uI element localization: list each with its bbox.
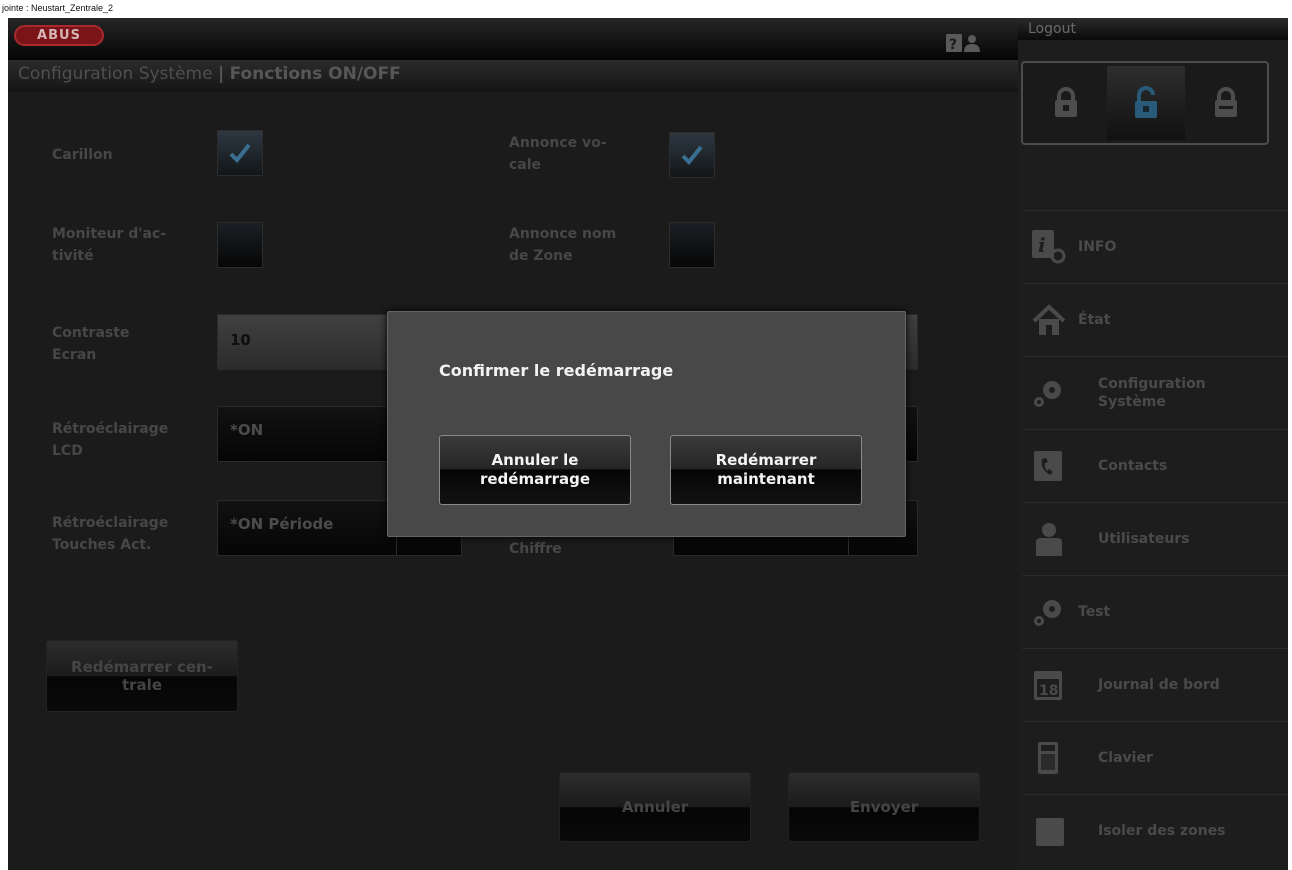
nav-label-isoler: Isoler des zones xyxy=(1098,823,1226,839)
cancel-restart-button[interactable]: Annuler le redémarrage xyxy=(439,435,631,505)
arm-mode-selector xyxy=(1021,61,1269,145)
annonce-vocale-label: Annonce vo- cale xyxy=(509,135,607,173)
nav-label-etat: État xyxy=(1078,312,1111,328)
nav-item-configuration[interactable]: Configuration Système xyxy=(1022,356,1288,428)
nav-label-journal: Journal de bord xyxy=(1098,677,1220,693)
logout-button[interactable]: Logout xyxy=(1028,18,1076,40)
retro-touches-label: Rétroéclairage Touches Act. xyxy=(52,515,169,553)
nav-item-test[interactable]: Test xyxy=(1022,575,1288,647)
moniteur-checkbox[interactable] xyxy=(217,222,263,268)
user-icon xyxy=(1036,523,1062,556)
svg-text:?: ? xyxy=(949,37,957,53)
nav-label-test: Test xyxy=(1078,604,1111,620)
page-title-bar: Configuration Système | Fonctions ON/OFF xyxy=(8,60,1018,92)
svg-text:18: 18 xyxy=(1039,683,1058,699)
restart-centrale-button[interactable]: Redémarrer cen- trale xyxy=(46,640,238,712)
logout-bar: Logout xyxy=(1018,18,1288,40)
nav-item-isoler[interactable]: Isoler des zones xyxy=(1022,794,1288,866)
annonce-zone-label: Annonce nom de Zone xyxy=(509,226,617,264)
nav-label-clavier: Clavier xyxy=(1098,750,1153,766)
checkmark-icon xyxy=(681,145,703,165)
help-question-icon[interactable]: ? xyxy=(946,32,982,54)
nav-item-utilisateurs[interactable]: Utilisateurs xyxy=(1022,502,1288,574)
title-section: Configuration Système xyxy=(18,64,213,84)
contraste-label: Contraste Ecran xyxy=(52,325,130,363)
nav-item-journal[interactable]: 18 Journal de bord xyxy=(1022,648,1288,720)
top-bar: ABUS ? xyxy=(8,18,1018,60)
retro-lcd-label: Rétroéclairage LCD xyxy=(52,421,169,459)
info-icon: i xyxy=(1032,230,1066,264)
nav-item-clavier[interactable]: Clavier xyxy=(1022,721,1288,793)
nav-label-utilisateurs: Utilisateurs xyxy=(1098,531,1190,547)
send-button[interactable]: Envoyer xyxy=(788,772,980,842)
house-icon xyxy=(1032,304,1066,335)
nav-item-contacts[interactable]: Contacts xyxy=(1022,429,1288,501)
nav-label-contacts: Contacts xyxy=(1098,458,1168,474)
lock-closed-icon xyxy=(1215,87,1237,117)
abus-logo: ABUS xyxy=(14,25,104,46)
lock-closed-button[interactable] xyxy=(1027,66,1105,140)
title-separator: | xyxy=(217,64,225,84)
cancel-button[interactable]: Annuler xyxy=(559,772,751,842)
lock-closed-icon xyxy=(1055,87,1077,117)
retro-lcd-value: *ON xyxy=(230,421,264,439)
restart-now-button[interactable]: Redémarrer maintenant xyxy=(670,435,862,505)
nav-label-info: INFO xyxy=(1078,239,1117,255)
nav-label-configuration: Configuration Système xyxy=(1098,376,1206,410)
lock-open-icon xyxy=(1135,86,1157,118)
restart-confirm-dialog: Confirmer le redémarrage Annuler le redé… xyxy=(387,311,906,537)
sidebar: i INFO État Configuration Système Contac… xyxy=(1018,40,1288,870)
annonce-vocale-checkbox[interactable] xyxy=(669,132,715,178)
page-title: Configuration Système | Fonctions ON/OFF xyxy=(18,64,401,84)
svg-text:i: i xyxy=(1038,233,1046,257)
contraste-value: 10 xyxy=(230,331,251,349)
contacts-icon xyxy=(1034,451,1062,481)
retro-touches-value: *ON Période xyxy=(230,515,334,533)
square-icon xyxy=(1036,818,1064,846)
chiffre-label: Chiffre xyxy=(509,541,562,557)
lock-closed-button[interactable] xyxy=(1187,66,1265,140)
dialog-title: Confirmer le redémarrage xyxy=(439,361,674,380)
checkmark-icon xyxy=(229,143,251,163)
annonce-zone-checkbox[interactable] xyxy=(669,222,715,268)
nav-item-etat[interactable]: État xyxy=(1022,283,1288,355)
gears-icon xyxy=(1034,600,1061,626)
window-caption: jointe : Neustart_Zentrale_2 xyxy=(2,3,114,13)
carillon-label: Carillon xyxy=(52,147,113,163)
lock-open-button[interactable] xyxy=(1107,66,1185,140)
nav-item-info[interactable]: i INFO xyxy=(1022,210,1288,282)
title-page: Fonctions ON/OFF xyxy=(229,64,401,84)
carillon-checkbox[interactable] xyxy=(217,130,263,176)
gears-icon xyxy=(1034,381,1061,407)
calendar-icon: 18 xyxy=(1034,671,1062,700)
moniteur-label: Moniteur d'ac- tivité xyxy=(52,226,167,264)
keypad-icon xyxy=(1038,742,1058,774)
